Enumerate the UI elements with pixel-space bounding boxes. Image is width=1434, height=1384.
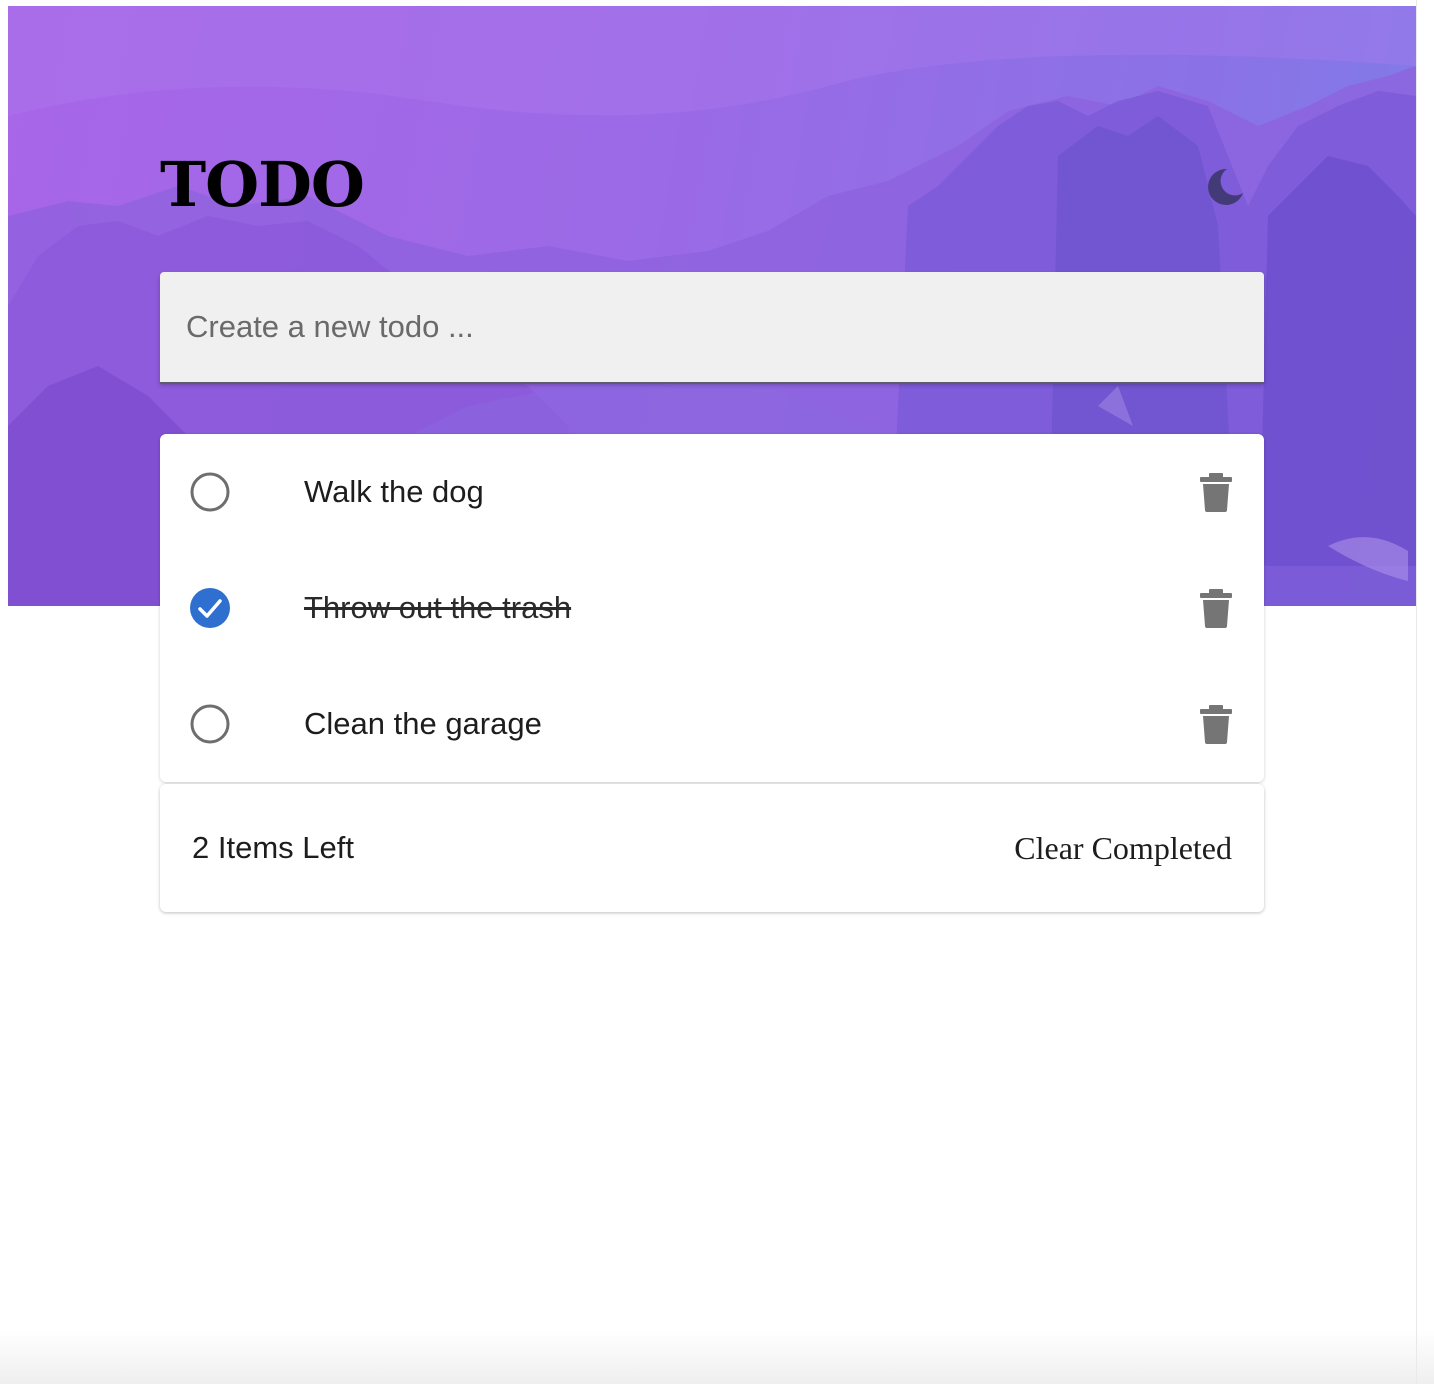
todo-item: Walk the dog [160, 434, 1264, 550]
trash-icon [1200, 589, 1232, 628]
trash-icon [1200, 473, 1232, 512]
todo-checkbox-checked[interactable] [190, 588, 230, 628]
todo-item: Clean the garage [160, 666, 1264, 782]
theme-toggle-button[interactable] [1200, 164, 1246, 210]
app-title: TODO [160, 148, 365, 221]
clear-completed-button[interactable]: Clear Completed [1014, 828, 1232, 868]
window-edge [1416, 0, 1434, 1384]
todo-footer: 2 Items Left Clear Completed [160, 784, 1264, 912]
todo-list: Walk the dog Throw out the trash Clean t… [160, 434, 1264, 782]
new-todo-input[interactable] [184, 272, 1248, 382]
todo-item: Throw out the trash [160, 550, 1264, 666]
empty-circle-icon [190, 704, 230, 744]
todo-text[interactable]: Clean the garage [304, 704, 542, 744]
page: TODO Walk the dog [0, 0, 1434, 1384]
todo-checkbox-unchecked[interactable] [190, 704, 230, 744]
check-circle-icon [190, 588, 230, 628]
todo-text[interactable]: Walk the dog [304, 472, 484, 512]
delete-button[interactable] [1198, 588, 1234, 628]
trash-icon [1200, 705, 1232, 744]
todo-checkbox-unchecked[interactable] [190, 472, 230, 512]
bottom-shadow [0, 1330, 1434, 1384]
delete-button[interactable] [1198, 472, 1234, 512]
todo-text[interactable]: Throw out the trash [304, 588, 571, 628]
items-left-count: 2 Items Left [192, 830, 354, 865]
new-todo-field[interactable] [160, 272, 1264, 382]
empty-circle-icon [190, 472, 230, 512]
delete-button[interactable] [1198, 704, 1234, 744]
moon-icon [1208, 168, 1243, 205]
